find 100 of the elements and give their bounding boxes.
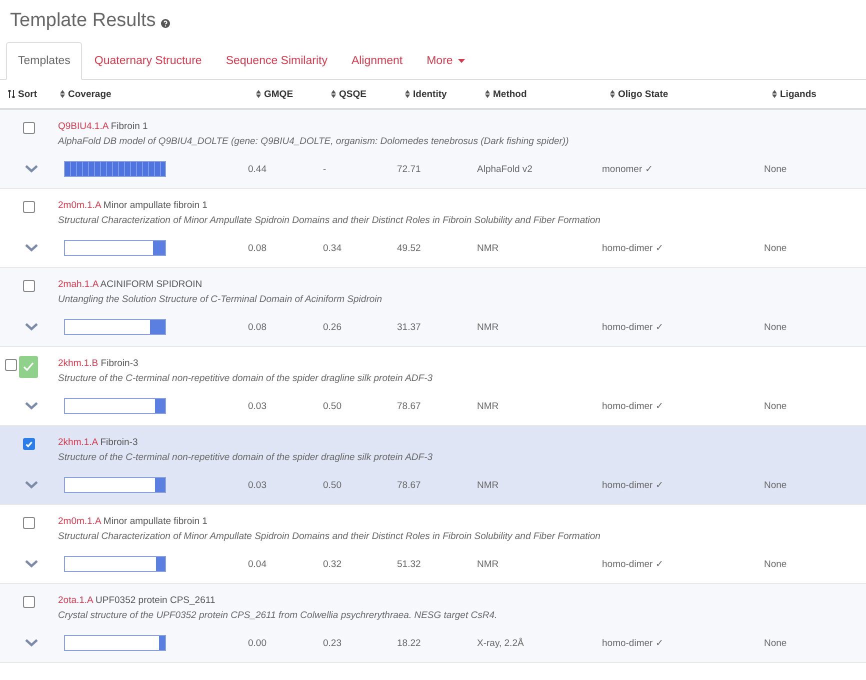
template-link[interactable]: 2khm.1.B [58, 358, 98, 369]
template-description: Structural Characterization of Minor Ampullate Spidroin Domains and their Distinct Roles in Fibroin Solubility and Fiber Formation [58, 530, 600, 544]
column-header[interactable]: Sort [8, 88, 37, 100]
column-header[interactable]: Identity [405, 88, 447, 100]
sort-icon [772, 90, 777, 98]
oligo-state: homo-dimer ✓ [602, 637, 664, 649]
oligo-state: homo-dimer ✓ [602, 400, 664, 412]
chevron-down-icon[interactable] [24, 402, 38, 410]
template-link[interactable]: Q9BIU4.1.A [58, 121, 108, 132]
gmqe-value: 0.08 [248, 242, 268, 254]
ligands-value: None [764, 242, 788, 254]
oligo-state: homo-dimer ✓ [602, 479, 664, 491]
template-row[interactable]: 2mah.1.A ACINIFORM SPIDROIN Untangling the Solution Structure of C-Terminal Domain of Aciniform Spidroin 0.08 0.26 31.37 NMR homo-dimer ✓ None [0, 268, 866, 347]
template-name: ACINIFORM SPIDROIN [100, 279, 202, 290]
qsqe-value: - [323, 164, 328, 174]
identity-value: 49.52 [397, 242, 422, 254]
method-value: X-ray, 2.2Å [477, 638, 525, 648]
tab[interactable]: Quaternary Structure [82, 42, 214, 80]
template-name: Minor ampullate fibroin 1 [103, 516, 208, 527]
chevron-down-icon[interactable] [24, 639, 38, 647]
oligo-state: homo-dimer ✓ [602, 558, 664, 570]
chevron-down-icon[interactable] [24, 244, 38, 252]
identity-value: 51.32 [397, 558, 422, 570]
sort-icon [60, 90, 65, 98]
chevron-down-icon[interactable] [24, 323, 38, 331]
template-name: Fibroin-3 [100, 437, 138, 448]
checkbox[interactable] [5, 359, 17, 371]
sort-icon [610, 90, 615, 98]
chevron-down-icon[interactable] [24, 560, 38, 568]
ligands-value: None [764, 322, 788, 332]
identity-value: 78.67 [397, 480, 422, 490]
ligands-value: None [764, 558, 788, 570]
qsqe-value: 0.34 [323, 242, 342, 254]
gmqe-value: 0.00 [248, 638, 268, 648]
oligo-state: homo-dimer ✓ [602, 242, 664, 254]
method-value: AlphaFold v2 [477, 164, 534, 174]
qsqe-value: 0.50 [323, 400, 342, 412]
template-link[interactable]: 2ota.1.A [58, 595, 93, 606]
checkbox[interactable] [23, 596, 35, 608]
method-value: NMR [477, 322, 500, 332]
identity-value: 31.37 [397, 322, 422, 332]
method-value: NMR [477, 480, 500, 490]
method-value: NMR [477, 558, 500, 570]
gmqe-value: 0.04 [248, 558, 268, 570]
template-name: UPF0352 protein CPS_2611 [96, 595, 216, 606]
chevron-down-icon[interactable] [24, 481, 38, 489]
identity-value: 18.22 [397, 638, 422, 648]
template-description: Crystal structure of the UPF0352 protein CPS_2611 from Colwellia psychrerythraea. NESG target CsR4. [58, 609, 498, 623]
help-icon[interactable] [160, 18, 170, 28]
caret-icon [458, 59, 465, 63]
template-link[interactable]: 2m0m.1.A [58, 200, 101, 211]
template-row[interactable]: 2khm.1.A Fibroin-3 Structure of the C-terminal non-repetitive domain of the spider dragline silk protein ADF-3 0.03 0.50 78.67 NMR homo-dimer ✓ None [0, 426, 866, 505]
column-header[interactable]: Coverage [60, 88, 112, 100]
template-link[interactable]: 2m0m.1.A [58, 516, 101, 527]
chevron-down-icon[interactable] [24, 165, 38, 173]
method-value: NMR [477, 400, 500, 412]
qsqe-value: 0.23 [323, 638, 342, 648]
sort-icon [8, 90, 15, 98]
gmqe-value: 0.08 [248, 322, 268, 332]
checkbox[interactable] [23, 438, 35, 450]
ligands-value: None [764, 638, 788, 648]
checkbox[interactable] [23, 201, 35, 213]
column-header[interactable]: Ligands [772, 88, 816, 100]
ligands-value: None [764, 400, 788, 412]
template-link[interactable]: 2mah.1.A [58, 279, 98, 290]
sort-icon [256, 90, 261, 98]
tab[interactable]: Templates [6, 42, 82, 80]
template-description: AlphaFold DB model of Q9BIU4_DOLTE (gene: Q9BIU4_DOLTE, organism: Dolomedes tenebrosus (Dark fishing spider)) [58, 135, 569, 149]
sort-icon [331, 90, 336, 98]
template-row[interactable]: 2ota.1.A UPF0352 protein CPS_2611 Crystal structure of the UPF0352 protein CPS_2611 from Colwellia psychrerythraea. NESG target CsR4. 0.00 0.23 18.22 X-ray, 2.2Å homo-dimer ✓ None [0, 584, 866, 663]
tab[interactable]: Sequence Similarity [214, 42, 340, 80]
template-description: Structural Characterization of Minor Ampullate Spidroin Domains and their Distinct Roles in Fibroin Solubility and Fiber Formation [58, 214, 600, 228]
template-name: Fibroin 1 [110, 121, 148, 132]
identity-value: 72.71 [397, 164, 422, 174]
gmqe-value: 0.03 [248, 400, 268, 412]
column-header[interactable]: GMQE [256, 88, 294, 100]
identity-value: 78.67 [397, 400, 422, 412]
method-value: NMR [477, 242, 500, 254]
template-name: Fibroin-3 [100, 358, 138, 369]
template-description: Structure of the C-terminal non-repetitive domain of the spider dragline silk protein ADF-3 [58, 451, 433, 465]
tab[interactable]: Alignment [339, 42, 415, 80]
template-row[interactable]: Q9BIU4.1.A Fibroin 1 AlphaFold DB model of Q9BIU4_DOLTE (gene: Q9BIU4_DOLTE, organism: Dolomedes tenebrosus (Dark fishing spider)) 0.44 - 72.71 AlphaFold v2 monomer ✓ None [0, 110, 866, 189]
column-header[interactable]: Oligo State [610, 88, 668, 100]
ligands-value: None [764, 164, 788, 174]
oligo-state: monomer ✓ [602, 163, 654, 175]
qsqe-value: 0.50 [323, 480, 342, 490]
column-header[interactable]: Method [485, 88, 527, 100]
template-link[interactable]: 2khm.1.A [58, 437, 98, 448]
tab[interactable]: More [414, 42, 477, 80]
checkbox[interactable] [23, 280, 35, 292]
checkbox[interactable] [23, 517, 35, 529]
checkbox[interactable] [23, 122, 35, 134]
column-header[interactable]: QSQE [331, 88, 366, 100]
gmqe-value: 0.03 [248, 480, 268, 490]
template-description: Structure of the C-terminal non-repetitive domain of the spider dragline silk protein ADF-3 [58, 372, 433, 386]
ligands-value: None [764, 480, 788, 490]
qsqe-value: 0.32 [323, 558, 342, 570]
sort-icon [485, 90, 490, 98]
template-description: Untangling the Solution Structure of C-Terminal Domain of Aciniform Spidroin [58, 293, 382, 307]
gmqe-value: 0.44 [248, 164, 268, 174]
